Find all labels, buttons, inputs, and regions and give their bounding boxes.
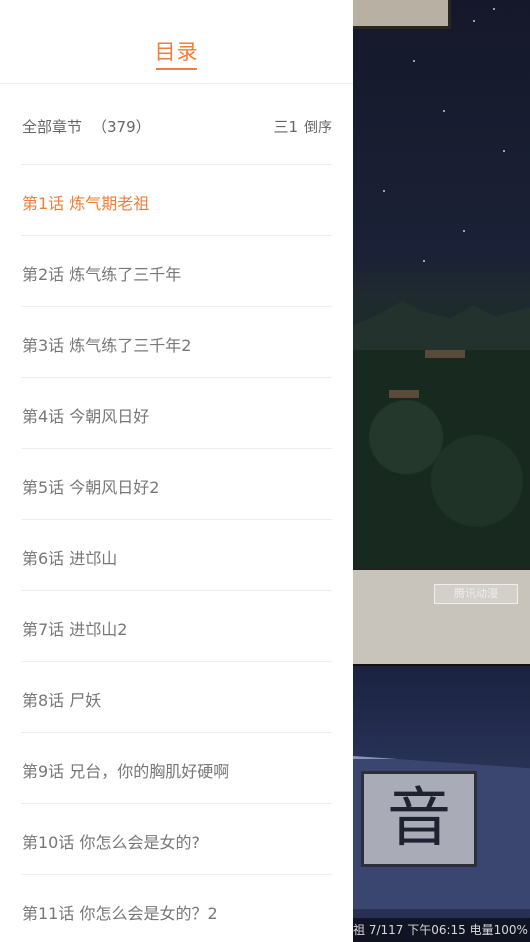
comic-forest — [353, 350, 530, 568]
chapter-item[interactable]: 第1话 炼气期老祖 — [21, 165, 332, 236]
chapter-item[interactable]: 第9话 兄台，你的胸肌好硬啊 — [21, 733, 332, 804]
chapter-title: 第3话 炼气练了三千年2 — [22, 336, 192, 355]
chapter-title: 第4话 今朝风日好 — [22, 407, 150, 426]
chapter-item[interactable]: 第8话 尸妖 — [21, 662, 332, 733]
all-chapters-label: 全部章节 （379） — [22, 116, 151, 137]
chapter-title: 第5话 今朝风日好2 — [22, 478, 160, 497]
chapter-title: 第9话 兄台，你的胸肌好硬啊 — [22, 762, 230, 781]
chapter-item[interactable]: 第5话 今朝风日好2 — [21, 449, 332, 520]
toc-drawer: 目录 全部章节 （379） 三1 倒序 第1话 炼气期老祖第2话 炼气练了三千年 第3… — [0, 0, 353, 942]
chapter-title: 第10话 你怎么会是女的? — [22, 833, 200, 852]
chapter-list: 第1话 炼气期老祖第2话 炼气练了三千年 第3话 炼气练了三千年2 第4话 今朝风日… — [21, 165, 332, 942]
chapter-title: 第7话 进邙山2 — [22, 620, 128, 639]
toc-summary: 全部章节 （379） 三1 倒序 — [21, 84, 332, 165]
reader-status-bar: 祖 7/117 下午06:15 电量100% — [353, 918, 530, 942]
chapter-item[interactable]: 第3话 炼气练了三千年2 — [21, 307, 332, 378]
sort-order-label: 倒序 — [304, 120, 332, 136]
chapter-item[interactable]: 第7话 进邙山2 — [21, 591, 332, 662]
comic-watermark: 腾讯动漫 — [434, 584, 518, 604]
comic-panel-caption: 腾讯动漫 — [353, 568, 530, 666]
comic-frame-top — [353, 0, 451, 29]
chapter-title: 第8话 尸妖 — [22, 691, 102, 710]
toc-header: 目录 — [0, 0, 353, 84]
chapter-item[interactable]: 第6话 进邙山 — [21, 520, 332, 591]
all-chapters-text: 全部章节 — [22, 118, 83, 136]
chapter-item[interactable]: 第10话 你怎么会是女的? — [21, 804, 332, 875]
comic-panel-gate: 音 — [353, 664, 530, 942]
chapter-title: 第6话 进邙山 — [22, 549, 118, 568]
comic-page-view[interactable]: 腾讯动漫 音 — [353, 0, 530, 942]
chapter-item[interactable]: 第4话 今朝风日好 — [21, 378, 332, 449]
chapter-count: （379） — [92, 118, 151, 136]
toc-title-underline — [156, 68, 197, 70]
chapter-title: 第11话 你怎么会是女的？2 — [22, 904, 218, 923]
chapter-item[interactable]: 第2话 炼气练了三千年 — [21, 236, 332, 307]
chapter-title: 第1话 炼气期老祖 — [22, 194, 150, 213]
toc-title: 目录 — [154, 40, 199, 64]
comic-plaque: 音 — [361, 771, 477, 867]
comic-panel-night-sky — [353, 0, 530, 568]
chapter-title: 第2话 炼气练了三千年 — [22, 265, 182, 284]
chapter-item[interactable]: 第11话 你怎么会是女的？2 — [21, 875, 332, 942]
sort-order-button[interactable]: 三1 倒序 — [273, 116, 332, 137]
sort-descending-icon: 三1 — [273, 118, 298, 136]
